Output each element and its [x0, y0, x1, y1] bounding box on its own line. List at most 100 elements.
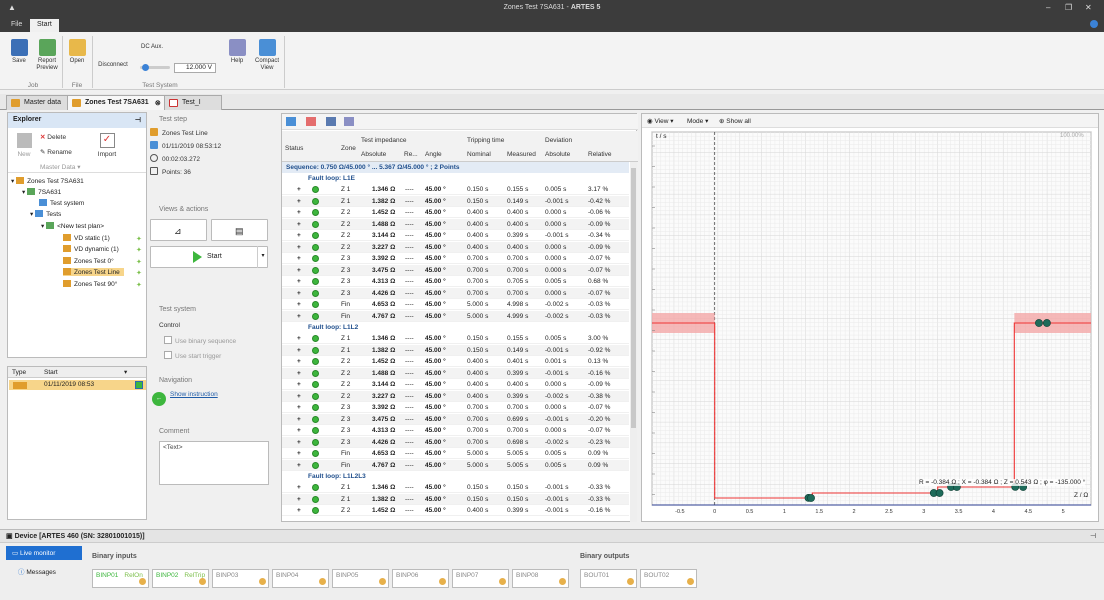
expand-icon[interactable]: +: [297, 335, 301, 342]
disconnect-button[interactable]: Disconnect: [95, 62, 131, 69]
import-button[interactable]: ✓ Import: [95, 133, 119, 158]
checkbox[interactable]: [164, 336, 172, 344]
maximize-icon[interactable]: ❐: [1065, 3, 1072, 12]
expand-icon[interactable]: +: [297, 313, 301, 320]
measurement-point[interactable]: [935, 489, 944, 497]
tab-close-icon[interactable]: ⊗: [155, 99, 161, 107]
table-row[interactable]: + Z 2 1.452 Ω ---- 45.00 ° 0.400 s 0.399 s -0.0…: [282, 505, 629, 516]
expand-icon[interactable]: +: [297, 255, 301, 262]
grid-tool-icon[interactable]: [326, 117, 336, 126]
expand-icon[interactable]: +: [297, 404, 301, 411]
expand-icon[interactable]: +: [297, 462, 301, 469]
grid-tool-icon[interactable]: [286, 117, 296, 126]
table-row[interactable]: + Z 3 3.475 Ω ---- 45.00 ° 0.700 s 0.699 s -0.0…: [282, 413, 629, 425]
new-button[interactable]: New: [13, 133, 35, 158]
open-button[interactable]: Open: [66, 39, 88, 65]
expand-icon[interactable]: +: [297, 393, 301, 400]
pin-icon[interactable]: ⊣: [1090, 532, 1096, 540]
measurement-point[interactable]: [807, 494, 815, 502]
table-row[interactable]: + Fin 4.653 Ω ---- 45.00 ° 5.000 s 5.005 s 0.00…: [282, 448, 629, 459]
table-row[interactable]: + Z 2 3.144 Ω ---- 45.00 ° 0.400 s 0.399 s -0.0…: [282, 230, 629, 241]
tree-item-vd-dynamic[interactable]: VD dynamic (1): [63, 245, 119, 253]
table-row[interactable]: + Z 1 1.382 Ω ---- 45.00 ° 0.150 s 0.149 s -0.0…: [282, 344, 629, 356]
fault-loop-row[interactable]: Fault loop: L1E: [282, 173, 629, 184]
delete-button[interactable]: ✕ Delete: [40, 133, 66, 141]
table-row[interactable]: + Z 2 3.144 Ω ---- 45.00 ° 0.400 s 0.400 s 0.00…: [282, 379, 629, 390]
table-row[interactable]: + Z 2 1.452 Ω ---- 45.00 ° 0.400 s 0.401 s 0.00…: [282, 356, 629, 367]
tree-item-zones-test[interactable]: ▾ Zones Test 7SA631: [11, 177, 84, 185]
tree-item-test-system[interactable]: Test system: [39, 199, 84, 207]
filter-icon[interactable]: ▾: [124, 368, 127, 376]
table-row[interactable]: + Z 3 3.392 Ω ---- 45.00 ° 0.700 s 0.700 s 0.00…: [282, 402, 629, 413]
tree-item-new-test-plan[interactable]: ▾ <New test plan>: [41, 222, 104, 230]
expand-icon[interactable]: +: [297, 278, 301, 285]
report-preview-button[interactable]: Report Preview: [33, 39, 61, 72]
table-row[interactable]: + Z 3 4.426 Ω ---- 45.00 ° 0.700 s 0.700 s 0.00…: [282, 287, 629, 299]
expand-icon[interactable]: +: [297, 450, 301, 457]
table-row[interactable]: + Z 2 1.488 Ω ---- 45.00 ° 0.400 s 0.399 s -0.0…: [282, 367, 629, 379]
live-monitor-button[interactable]: ▭ Live monitor: [6, 546, 82, 560]
table-row[interactable]: + Z 3 4.426 Ω ---- 45.00 ° 0.700 s 0.698 s -0.0…: [282, 436, 629, 448]
expand-icon[interactable]: +: [297, 484, 301, 491]
comment-input[interactable]: <Text>: [159, 441, 269, 485]
tab-master-data[interactable]: Master data: [6, 95, 68, 110]
table-row[interactable]: + Z 3 3.392 Ω ---- 45.00 ° 0.700 s 0.700 s 0.00…: [282, 253, 629, 264]
menu-file[interactable]: File: [4, 19, 29, 32]
sequence-row[interactable]: Sequence: 0.750 Ω/45.000 ° ... 5.367 Ω/4…: [282, 162, 629, 173]
grid-tool-icon[interactable]: [344, 117, 354, 126]
fault-loop-row[interactable]: Fault loop: L1L2: [282, 322, 629, 333]
start-dropdown-icon[interactable]: ▾: [257, 246, 268, 268]
tree-item-zones-90[interactable]: Zones Test 90°: [63, 280, 117, 288]
table-row[interactable]: + Z 2 3.227 Ω ---- 45.00 ° 0.400 s 0.400 s 0.00…: [282, 241, 629, 253]
measurement-point[interactable]: [1042, 319, 1051, 327]
tree-item-tests[interactable]: ▾ Tests: [30, 210, 61, 218]
expand-icon[interactable]: +: [297, 507, 301, 514]
show-instruction-link[interactable]: ←Show instruction: [152, 391, 218, 406]
expand-icon[interactable]: +: [297, 347, 301, 354]
checkbox[interactable]: [164, 351, 172, 359]
help-button[interactable]: Help: [226, 39, 248, 65]
expand-icon[interactable]: +: [297, 301, 301, 308]
expand-icon[interactable]: +: [297, 439, 301, 446]
chart-canvas[interactable]: -0.5 0 0.5 1 1.5 2 2.5 3 3.5 4 4.5 5: [642, 128, 1098, 522]
table-row[interactable]: + Z 3 4.313 Ω ---- 45.00 ° 0.700 s 0.700 s 0.00…: [282, 425, 629, 436]
expand-icon[interactable]: +: [297, 232, 301, 239]
minimize-icon[interactable]: –: [1046, 3, 1050, 12]
menu-start[interactable]: Start: [30, 19, 59, 32]
expand-icon[interactable]: +: [297, 427, 301, 434]
expand-icon[interactable]: +: [297, 290, 301, 297]
expand-icon[interactable]: +: [297, 198, 301, 205]
table-row[interactable]: + Fin 4.653 Ω ---- 45.00 ° 5.000 s 4.998 s -0.0…: [282, 299, 629, 310]
show-all-button[interactable]: ⊕ Show all: [719, 117, 751, 125]
table-row[interactable]: + Fin 4.767 Ω ---- 45.00 ° 5.000 s 4.999 s -0.0…: [282, 310, 629, 322]
table-row[interactable]: + Z 2 1.452 Ω ---- 45.00 ° 0.400 s 0.400 s 0.00…: [282, 207, 629, 218]
table-row[interactable]: + Z 3 3.475 Ω ---- 45.00 ° 0.700 s 0.700 s 0.00…: [282, 264, 629, 276]
expand-icon[interactable]: +: [297, 186, 301, 193]
tree-item-zones-0[interactable]: Zones Test 0°: [63, 257, 114, 265]
table-row[interactable]: + Z 1 1.346 Ω ---- 45.00 ° 0.150 s 0.155 s 0.00…: [282, 333, 629, 344]
tree-item-zones-line[interactable]: Zones Test Line: [63, 268, 124, 276]
table-row[interactable]: + Z 2 1.488 Ω ---- 45.00 ° 0.400 s 0.400 s 0.00…: [282, 218, 629, 230]
table-view-button[interactable]: ▤: [211, 219, 268, 241]
help-icon[interactable]: [1090, 20, 1098, 28]
tree-item-vd-static[interactable]: VD static (1): [63, 234, 110, 242]
tab-zones-test[interactable]: Zones Test 7SA631 ⊗: [67, 95, 166, 110]
measurement-point[interactable]: [1035, 319, 1043, 327]
use-binary-sequence[interactable]: Use binary sequence: [164, 336, 236, 345]
expand-icon[interactable]: +: [297, 381, 301, 388]
expand-icon[interactable]: +: [297, 496, 301, 503]
view-menu[interactable]: ◉ View ▾: [647, 117, 674, 125]
tab-test-i[interactable]: Test_I: [164, 95, 222, 110]
use-start-trigger[interactable]: Use start trigger: [164, 351, 221, 360]
dc-voltage-input[interactable]: 12.000 V: [174, 63, 216, 73]
expand-icon[interactable]: +: [297, 221, 301, 228]
scrollbar-thumb[interactable]: [631, 168, 636, 428]
table-row[interactable]: + Z 1 1.382 Ω ---- 45.00 ° 0.150 s 0.150 s -0.0…: [282, 493, 629, 505]
grid-tool-icon[interactable]: [306, 117, 316, 126]
expand-icon[interactable]: +: [297, 209, 301, 216]
expand-icon[interactable]: +: [297, 370, 301, 377]
grid-scrollbar[interactable]: [630, 162, 637, 522]
mode-menu[interactable]: Mode ▾: [687, 117, 708, 125]
table-row[interactable]: + Fin 4.767 Ω ---- 45.00 ° 5.000 s 5.005 s 0.00…: [282, 459, 629, 471]
messages-button[interactable]: ⓘ Messages: [18, 566, 56, 576]
